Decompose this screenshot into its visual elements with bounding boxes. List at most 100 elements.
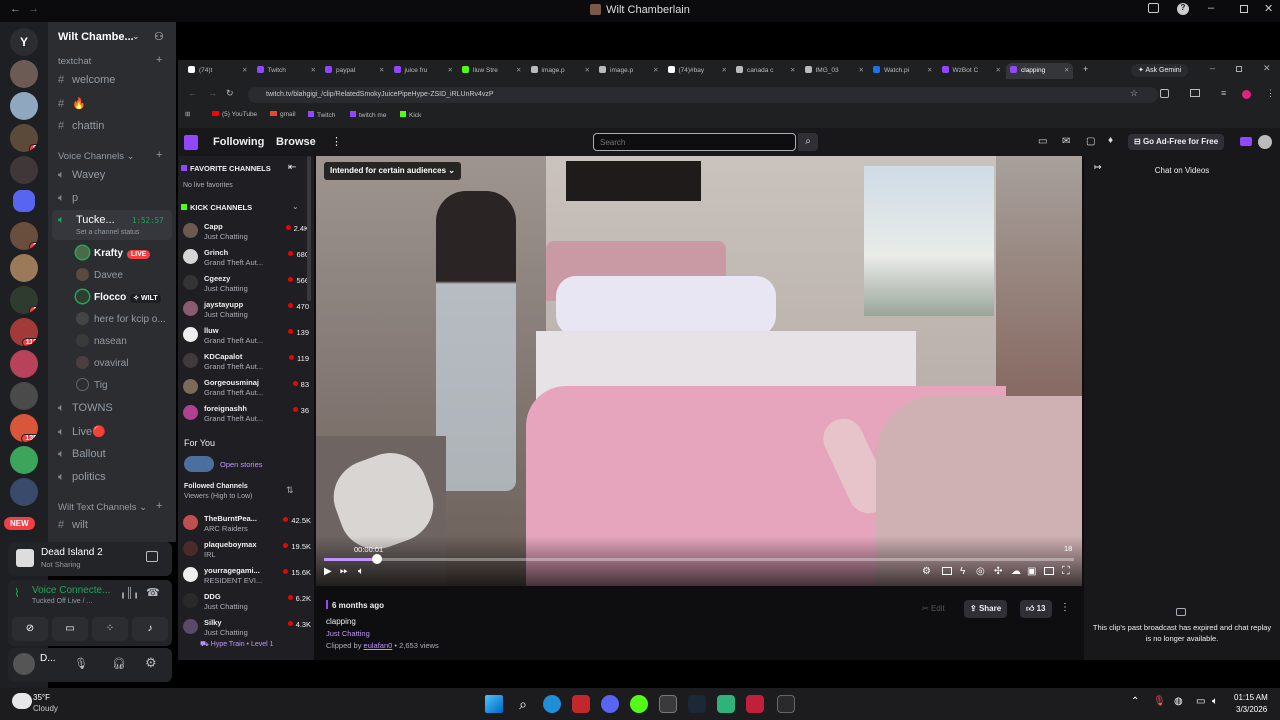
sidebar-channel-item[interactable]: foreignashh Grand Theft Aut... 36 bbox=[183, 404, 309, 424]
browser-tab[interactable]: WzBot C ✕ bbox=[938, 63, 1005, 79]
search-icon[interactable]: ⌕ bbox=[798, 133, 818, 151]
ask-gemini-button[interactable]: ✦ Ask Gemini bbox=[1131, 64, 1189, 77]
sidebar-channel-item[interactable]: KDCapalot Grand Theft Aut... 119 bbox=[183, 352, 309, 372]
channel-chattin[interactable]: # chattin bbox=[58, 120, 104, 132]
activities-icon[interactable]: ⁘ bbox=[92, 617, 128, 641]
browser-tab[interactable]: image.p ✕ bbox=[595, 63, 662, 79]
weather-desc[interactable]: Cloudy bbox=[33, 704, 58, 713]
mic-tray-icon[interactable]: 🎙︎ bbox=[1153, 696, 1166, 707]
weather-temp[interactable]: 35°F bbox=[33, 693, 50, 702]
tab-close-icon[interactable]: ✕ bbox=[379, 63, 384, 79]
add-channel-icon[interactable]: + bbox=[156, 500, 162, 512]
sidebar-channel-item[interactable]: yourragegami... RESIDENT EVI... 15.6K bbox=[183, 566, 311, 586]
browser-tab[interactable]: paypal ✕ bbox=[321, 63, 388, 79]
app-icon[interactable] bbox=[630, 695, 648, 713]
bookmark-star-icon[interactable]: ☆ bbox=[1130, 88, 1138, 99]
start-icon[interactable] bbox=[485, 695, 503, 713]
voice-user[interactable]: Flocco ✧ WILT bbox=[76, 290, 161, 303]
fast-forward-icon[interactable]: ⏩︎ bbox=[340, 566, 348, 577]
chevron-down-icon[interactable]: ⌄ bbox=[292, 202, 299, 211]
sidebar-channel-item[interactable]: lluw Grand Theft Aut... 139 bbox=[183, 326, 309, 346]
discord-icon[interactable] bbox=[601, 695, 619, 713]
voice-channel-politics[interactable]: 🔈︎ politics bbox=[58, 471, 106, 484]
new-tab-icon[interactable]: + bbox=[1083, 64, 1088, 74]
app-icon[interactable] bbox=[746, 695, 764, 713]
sort-icon[interactable]: ⇅ bbox=[286, 485, 294, 496]
extensions-icon[interactable] bbox=[1160, 89, 1169, 98]
voice-channel-live[interactable]: 🔈︎ Live🔴 bbox=[58, 425, 106, 439]
stories-thumbnail[interactable] bbox=[184, 456, 214, 472]
screen-share-icon[interactable]: ▭ bbox=[52, 617, 88, 641]
chevron-down-icon[interactable]: ⌄ bbox=[132, 31, 140, 42]
bookmark-gmail[interactable]: gmail bbox=[270, 111, 296, 118]
tray-chevron-icon[interactable]: ⌃ bbox=[1131, 696, 1139, 707]
server-avatar[interactable] bbox=[10, 60, 38, 88]
browser-tab[interactable]: canada c ✕ bbox=[732, 63, 799, 79]
server-avatar[interactable] bbox=[10, 92, 38, 120]
seek-bar[interactable] bbox=[324, 558, 1074, 561]
search-input[interactable] bbox=[593, 133, 796, 151]
more-options-icon[interactable]: ⋮ bbox=[1060, 602, 1070, 613]
tab-close-icon[interactable]: ✕ bbox=[311, 63, 316, 79]
clock-date[interactable]: 3/3/2026 bbox=[1236, 705, 1267, 714]
channel-wilt[interactable]: # wilt bbox=[58, 519, 88, 531]
tab-close-icon[interactable]: ✕ bbox=[927, 63, 932, 79]
epic-games-icon[interactable] bbox=[777, 695, 795, 713]
theatre-icon[interactable] bbox=[942, 567, 952, 575]
extension-icon[interactable]: ◎ bbox=[976, 566, 985, 577]
camera-off-icon[interactable]: ⊘ bbox=[12, 617, 48, 641]
folder-icon[interactable] bbox=[13, 190, 35, 212]
voice-user[interactable]: Krafty LIVE bbox=[76, 246, 151, 259]
edit-button[interactable]: ✂ Edit bbox=[916, 600, 951, 618]
browser-maximize-icon[interactable] bbox=[1236, 66, 1242, 72]
sidebar-channel-item[interactable]: plaqueboymax IRL 19.5K bbox=[183, 540, 311, 560]
fullscreen-icon[interactable]: ⛶ bbox=[1062, 565, 1070, 578]
sidebar-scrollbar[interactable] bbox=[307, 156, 311, 301]
microphone-icon[interactable]: 🎙︎ bbox=[74, 657, 88, 670]
edge-icon[interactable] bbox=[543, 695, 561, 713]
username[interactable]: D... bbox=[40, 653, 56, 664]
sidebar-channel-item[interactable]: Silky Just Chatting 4.3K bbox=[183, 618, 311, 638]
settings-icon[interactable]: ⚙ bbox=[922, 566, 931, 577]
tab-close-icon[interactable]: ✕ bbox=[859, 63, 864, 79]
share-button[interactable]: ⇪ Share bbox=[964, 600, 1008, 618]
server-avatar[interactable]: 112 bbox=[10, 318, 38, 346]
drops-icon[interactable]: ▭ bbox=[1038, 136, 1047, 147]
category-wilt-text[interactable]: Wilt Text Channels ⌄ bbox=[58, 502, 147, 513]
forward-icon[interactable]: → bbox=[208, 88, 217, 98]
disconnect-icon[interactable]: ☎ bbox=[146, 586, 160, 599]
bookmark-youtube[interactable]: (5) YouTube bbox=[212, 111, 257, 118]
browser-tab[interactable]: clapping ✕ bbox=[1006, 63, 1073, 79]
voice-channel-towns[interactable]: 🔈︎ TOWNS bbox=[58, 402, 113, 415]
help-icon[interactable]: ? bbox=[1177, 3, 1189, 15]
sidebar-toggle-icon[interactable] bbox=[1044, 567, 1054, 575]
tab-close-icon[interactable]: ✕ bbox=[516, 63, 521, 79]
adobe-icon[interactable] bbox=[572, 695, 590, 713]
whispers-icon[interactable]: ▢ bbox=[1086, 136, 1095, 147]
inbox-icon[interactable]: ✉ bbox=[1062, 136, 1070, 147]
clipper-link[interactable]: eulafan0 bbox=[364, 641, 393, 650]
xbox-icon[interactable] bbox=[659, 695, 677, 713]
clip-category-link[interactable]: Just Chatting bbox=[326, 629, 370, 638]
browser-tab[interactable]: juice fru ✕ bbox=[390, 63, 457, 79]
sidebar-channel-item[interactable]: Gorgeousminaj Grand Theft Aut... 83 bbox=[183, 378, 309, 398]
followed-sort[interactable]: Viewers (High to Low) bbox=[184, 493, 252, 500]
soundboard-icon[interactable]: ♪ bbox=[132, 617, 168, 641]
headphones-icon[interactable]: 🎧︎ bbox=[112, 657, 126, 670]
profile-icon[interactable] bbox=[1242, 90, 1251, 99]
address-bar[interactable]: twitch.tv/blahgigi_/clip/RelatedSmokyJui… bbox=[248, 87, 1158, 103]
tab-close-icon[interactable]: ✕ bbox=[996, 63, 1001, 79]
voice-channel-p[interactable]: 🔈︎ p bbox=[58, 192, 78, 205]
tab-close-icon[interactable]: ✕ bbox=[790, 63, 795, 79]
twitch-logo-icon[interactable] bbox=[184, 135, 198, 150]
crown-icon[interactable]: ♦ bbox=[1108, 135, 1113, 146]
voice-channel-ballout[interactable]: 🔈︎ Ballout bbox=[58, 448, 106, 461]
server-avatar[interactable] bbox=[10, 446, 38, 474]
reading-list-icon[interactable]: ≡ bbox=[1221, 88, 1226, 98]
maximize-icon[interactable] bbox=[1240, 5, 1248, 13]
voice-channel-wavey[interactable]: 🔈︎ Wavey bbox=[58, 169, 105, 182]
voice-user[interactable]: nasean bbox=[76, 334, 127, 347]
avatar[interactable] bbox=[13, 653, 35, 675]
voice-user[interactable]: ovaviral bbox=[76, 356, 128, 369]
server-avatar[interactable] bbox=[10, 254, 38, 282]
